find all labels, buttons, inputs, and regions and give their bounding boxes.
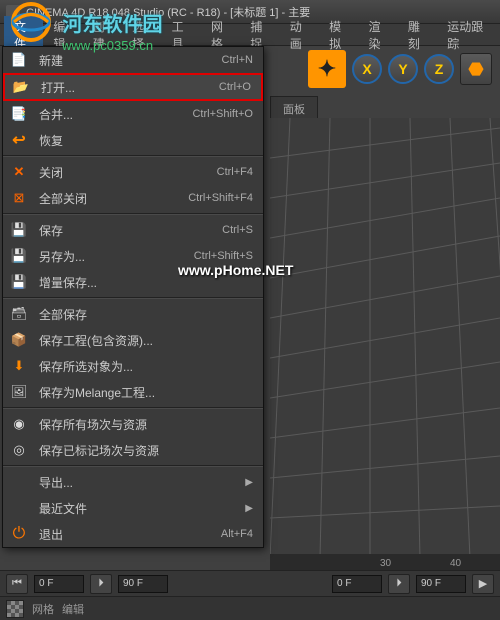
menu-item-label: 保存所有场次与资源: [39, 416, 253, 433]
step-button[interactable]: ⏵: [90, 574, 112, 594]
menu-item-1[interactable]: 打开...Ctrl+O: [3, 73, 263, 101]
menu-item-label: 全部关闭: [39, 190, 188, 207]
icon-saveas-icon: [7, 246, 31, 266]
menu-item-15[interactable]: 保存为Melange工程...: [3, 379, 263, 405]
axis-z-button[interactable]: Z: [424, 54, 454, 84]
submenu-arrow-icon: ▶: [245, 477, 253, 488]
menu-sim[interactable]: 模拟: [319, 16, 358, 54]
menu-item-shortcut: Alt+F4: [221, 528, 253, 540]
menu-item-9[interactable]: 另存为...Ctrl+Shift+S: [3, 243, 263, 269]
primitive-cube-button[interactable]: ⬣: [460, 53, 492, 85]
menu-item-20[interactable]: 导出... ▶: [3, 469, 263, 495]
icon-quit-icon: [7, 524, 31, 544]
menu-item-label: 另存为...: [39, 248, 194, 265]
bottom-toolbar: ⏮ 0 F ⏵ 90 F 0 F ⏵ 90 F ▶: [0, 570, 500, 596]
status-edit: 编辑: [62, 601, 84, 617]
play-button[interactable]: ▶: [472, 574, 494, 594]
axis-x-button[interactable]: X: [352, 54, 382, 84]
icon-saveproj-icon: [7, 330, 31, 350]
icon-incsave-icon: [7, 272, 31, 292]
frame-range-field[interactable]: 90 F: [416, 575, 466, 593]
menu-separator: [3, 213, 263, 215]
menu-item-22[interactable]: 退出Alt+F4: [3, 521, 263, 547]
axis-y-button[interactable]: Y: [388, 54, 418, 84]
menu-item-21[interactable]: 最近文件 ▶: [3, 495, 263, 521]
menu-separator: [3, 407, 263, 409]
menu-item-17[interactable]: 保存所有场次与资源: [3, 411, 263, 437]
icon-saveall-icon: [7, 304, 31, 324]
menu-item-shortcut: Ctrl+O: [219, 81, 251, 93]
menu-item-3[interactable]: 恢复: [3, 127, 263, 153]
frame-start-field[interactable]: 0 F: [34, 575, 84, 593]
step2-button[interactable]: ⏵: [388, 574, 410, 594]
menu-item-13[interactable]: 保存工程(包含资源)...: [3, 327, 263, 353]
icon-melange-icon: [7, 382, 31, 402]
menu-item-shortcut: Ctrl+Shift+F4: [188, 192, 253, 204]
menu-item-14[interactable]: 保存所选对象为...: [3, 353, 263, 379]
material-swatch[interactable]: [6, 600, 24, 618]
menu-anim[interactable]: 动画: [280, 16, 319, 54]
toolbar-right: X Y Z ⬣: [308, 50, 492, 88]
statusbar: 网格 编辑: [0, 596, 500, 620]
menu-item-label: 保存已标记场次与资源: [39, 442, 253, 459]
menu-item-12[interactable]: 全部保存: [3, 301, 263, 327]
menu-item-2[interactable]: 合并...Ctrl+Shift+O: [3, 101, 263, 127]
icon-open-icon: [9, 77, 33, 97]
menu-sculpt[interactable]: 雕刻: [398, 16, 437, 54]
menu-item-6[interactable]: 全部关闭Ctrl+Shift+F4: [3, 185, 263, 211]
viewport-grid: [270, 118, 500, 558]
menu-item-shortcut: Ctrl+N: [222, 54, 253, 66]
menu-item-18[interactable]: 保存已标记场次与资源: [3, 437, 263, 463]
play-start-button[interactable]: ⏮: [6, 574, 28, 594]
menu-track[interactable]: 运动跟踪: [437, 16, 496, 54]
file-menu-dropdown: 新建Ctrl+N打开...Ctrl+O合并...Ctrl+Shift+O恢复关闭…: [2, 46, 264, 548]
menu-render[interactable]: 渲染: [359, 16, 398, 54]
menu-item-label: 保存工程(包含资源)...: [39, 332, 253, 349]
menu-item-label: 保存所选对象为...: [39, 358, 253, 375]
menu-item-shortcut: Ctrl+Shift+O: [192, 108, 253, 120]
menu-separator: [3, 155, 263, 157]
icon-closeall-icon: [7, 188, 31, 208]
icon-revert-icon: [7, 130, 31, 150]
icon-merge-icon: [7, 104, 31, 124]
menu-item-label: 退出: [39, 526, 221, 543]
icon-new-icon: [7, 50, 31, 70]
blank-icon: [7, 472, 31, 492]
menu-item-10[interactable]: 增量保存...: [3, 269, 263, 295]
frame-end-field[interactable]: 90 F: [118, 575, 168, 593]
status-grid: 网格: [32, 601, 54, 617]
viewport[interactable]: [270, 118, 500, 558]
menu-item-label: 增量保存...: [39, 274, 253, 291]
blank-icon: [7, 498, 31, 518]
icon-marked-icon: [7, 440, 31, 460]
menu-separator: [3, 297, 263, 299]
menu-item-label: 保存为Melange工程...: [39, 384, 253, 401]
menu-item-label: 合并...: [39, 106, 192, 123]
menu-item-label: 打开...: [41, 79, 219, 96]
icon-scenes-icon: [7, 414, 31, 434]
menu-item-shortcut: Ctrl+Shift+S: [194, 250, 253, 262]
frame-cur-field[interactable]: 0 F: [332, 575, 382, 593]
move-tool-icon[interactable]: [308, 50, 346, 88]
ruler-tick-40: 40: [450, 558, 461, 569]
menu-item-shortcut: Ctrl+F4: [217, 166, 253, 178]
menu-item-label: 保存: [39, 222, 222, 239]
menu-item-5[interactable]: 关闭Ctrl+F4: [3, 159, 263, 185]
menu-item-label: 新建: [39, 52, 222, 69]
menu-item-label: 关闭: [39, 164, 217, 181]
icon-close-icon: [7, 162, 31, 182]
ruler-tick-30: 30: [380, 558, 391, 569]
submenu-arrow-icon: ▶: [245, 503, 253, 514]
menu-item-shortcut: Ctrl+S: [222, 224, 253, 236]
menu-separator: [3, 465, 263, 467]
icon-savesel-icon: [7, 356, 31, 376]
menu-item-label: 最近文件: [39, 500, 241, 517]
menu-item-label: 导出...: [39, 474, 241, 491]
menubar: 文件 编辑 创建 选择 工具 网格 捕捉 动画 模拟 渲染 雕刻 运动跟踪: [0, 24, 500, 46]
menu-item-0[interactable]: 新建Ctrl+N: [3, 47, 263, 73]
menu-item-label: 全部保存: [39, 306, 253, 323]
icon-save-icon: [7, 220, 31, 240]
menu-item-8[interactable]: 保存Ctrl+S: [3, 217, 263, 243]
menu-item-label: 恢复: [39, 132, 253, 149]
